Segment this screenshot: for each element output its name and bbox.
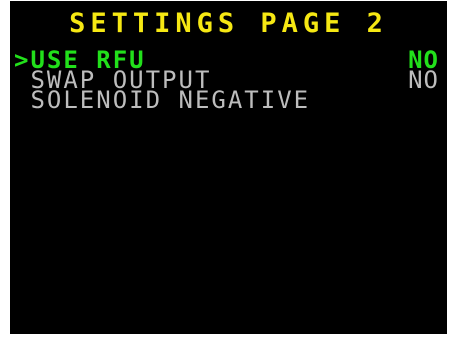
display-screen: SETTINGS PAGE 2 >USE RFU NO SWAP OUTPUT … [10,1,447,334]
page-title: SETTINGS PAGE 2 [69,8,388,39]
settings-menu: >USE RFU NO SWAP OUTPUT NO SOLENOID NEGA… [14,48,439,114]
menu-item-label: SOLENOID NEGATIVE [30,86,311,114]
menu-item-value: NO [408,66,439,94]
menu-item-solenoid-negative[interactable]: SOLENOID NEGATIVE [14,86,439,114]
